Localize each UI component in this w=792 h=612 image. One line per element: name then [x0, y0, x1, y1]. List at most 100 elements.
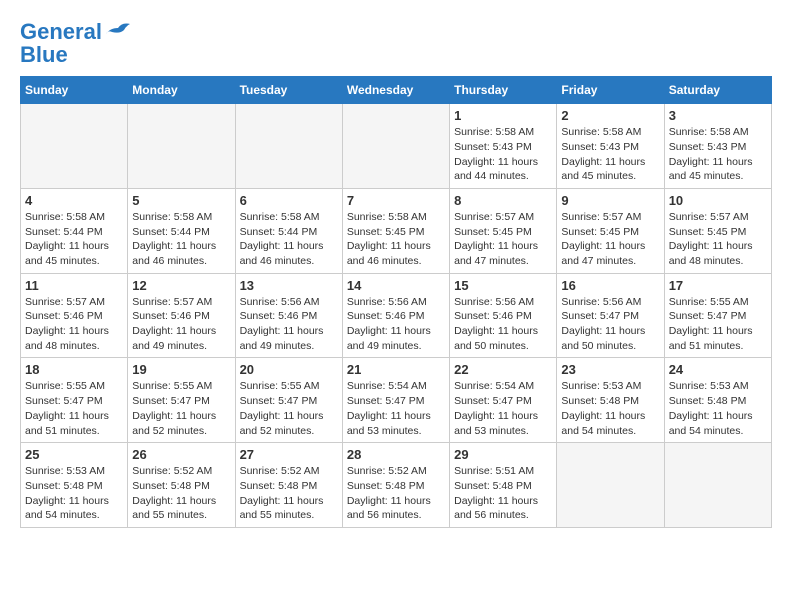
calendar-cell — [664, 443, 771, 528]
calendar-cell: 24 Sunrise: 5:53 AMSunset: 5:48 PMDayligh… — [664, 358, 771, 443]
week-row-2: 4 Sunrise: 5:58 AMSunset: 5:44 PMDaylight… — [21, 188, 772, 273]
day-info: Sunrise: 5:58 AMSunset: 5:44 PMDaylight:… — [132, 210, 230, 269]
calendar-cell — [128, 104, 235, 189]
day-number: 18 — [25, 362, 123, 377]
day-number: 23 — [561, 362, 659, 377]
calendar-cell: 15 Sunrise: 5:56 AMSunset: 5:46 PMDayligh… — [450, 273, 557, 358]
day-info: Sunrise: 5:53 AMSunset: 5:48 PMDaylight:… — [669, 379, 767, 438]
day-header-tuesday: Tuesday — [235, 77, 342, 104]
days-header-row: SundayMondayTuesdayWednesdayThursdayFrid… — [21, 77, 772, 104]
calendar-cell: 16Sunrise: 5:56 AMSunset: 5:47 PMDayligh… — [557, 273, 664, 358]
calendar-cell: 3 Sunrise: 5:58 AMSunset: 5:43 PMDaylight… — [664, 104, 771, 189]
day-info: Sunrise: 5:51 AMSunset: 5:48 PMDaylight:… — [454, 464, 552, 523]
calendar-cell: 28Sunrise: 5:52 AMSunset: 5:48 PMDayligh… — [342, 443, 449, 528]
calendar-cell — [21, 104, 128, 189]
day-info: Sunrise: 5:56 AMSunset: 5:47 PMDaylight:… — [561, 295, 659, 354]
logo: General Blue — [20, 20, 132, 66]
day-header-wednesday: Wednesday — [342, 77, 449, 104]
day-info: Sunrise: 5:55 AMSunset: 5:47 PMDaylight:… — [25, 379, 123, 438]
week-row-5: 25Sunrise: 5:53 AMSunset: 5:48 PMDayligh… — [21, 443, 772, 528]
calendar-cell: 2 Sunrise: 5:58 AMSunset: 5:43 PMDaylight… — [557, 104, 664, 189]
header: General Blue — [20, 20, 772, 66]
day-number: 17 — [669, 278, 767, 293]
day-number: 5 — [132, 193, 230, 208]
calendar: SundayMondayTuesdayWednesdayThursdayFrid… — [20, 76, 772, 528]
day-info: Sunrise: 5:53 AMSunset: 5:48 PMDaylight:… — [561, 379, 659, 438]
day-header-friday: Friday — [557, 77, 664, 104]
day-number: 26 — [132, 447, 230, 462]
calendar-cell: 9Sunrise: 5:57 AMSunset: 5:45 PMDaylight… — [557, 188, 664, 273]
day-info: Sunrise: 5:58 AMSunset: 5:44 PMDaylight:… — [240, 210, 338, 269]
day-header-thursday: Thursday — [450, 77, 557, 104]
day-info: Sunrise: 5:57 AMSunset: 5:45 PMDaylight:… — [454, 210, 552, 269]
day-number: 8 — [454, 193, 552, 208]
day-number: 3 — [669, 108, 767, 123]
day-header-sunday: Sunday — [21, 77, 128, 104]
day-number: 2 — [561, 108, 659, 123]
day-number: 24 — [669, 362, 767, 377]
day-info: Sunrise: 5:54 AMSunset: 5:47 PMDaylight:… — [347, 379, 445, 438]
day-number: 21 — [347, 362, 445, 377]
calendar-cell: 12 Sunrise: 5:57 AMSunset: 5:46 PMDayligh… — [128, 273, 235, 358]
day-number: 19 — [132, 362, 230, 377]
calendar-cell: 26 Sunrise: 5:52 AMSunset: 5:48 PMDayligh… — [128, 443, 235, 528]
day-info: Sunrise: 5:55 AMSunset: 5:47 PMDaylight:… — [240, 379, 338, 438]
day-number: 9 — [561, 193, 659, 208]
calendar-cell: 7 Sunrise: 5:58 AMSunset: 5:45 PMDaylight… — [342, 188, 449, 273]
day-number: 7 — [347, 193, 445, 208]
calendar-cell: 18 Sunrise: 5:55 AMSunset: 5:47 PMDayligh… — [21, 358, 128, 443]
calendar-cell: 5 Sunrise: 5:58 AMSunset: 5:44 PMDaylight… — [128, 188, 235, 273]
day-info: Sunrise: 5:58 AMSunset: 5:45 PMDaylight:… — [347, 210, 445, 269]
calendar-cell: 13 Sunrise: 5:56 AMSunset: 5:46 PMDayligh… — [235, 273, 342, 358]
calendar-cell: 29 Sunrise: 5:51 AMSunset: 5:48 PMDayligh… — [450, 443, 557, 528]
week-row-3: 11 Sunrise: 5:57 AMSunset: 5:46 PMDayligh… — [21, 273, 772, 358]
day-info: Sunrise: 5:54 AMSunset: 5:47 PMDaylight:… — [454, 379, 552, 438]
calendar-cell: 25Sunrise: 5:53 AMSunset: 5:48 PMDayligh… — [21, 443, 128, 528]
calendar-cell: 19 Sunrise: 5:55 AMSunset: 5:47 PMDayligh… — [128, 358, 235, 443]
logo-blue: Blue — [20, 44, 68, 66]
logo-general: General — [20, 19, 102, 44]
day-info: Sunrise: 5:52 AMSunset: 5:48 PMDaylight:… — [347, 464, 445, 523]
day-info: Sunrise: 5:52 AMSunset: 5:48 PMDaylight:… — [132, 464, 230, 523]
day-number: 25 — [25, 447, 123, 462]
day-info: Sunrise: 5:56 AMSunset: 5:46 PMDaylight:… — [347, 295, 445, 354]
day-number: 22 — [454, 362, 552, 377]
day-number: 12 — [132, 278, 230, 293]
day-info: Sunrise: 5:56 AMSunset: 5:46 PMDaylight:… — [240, 295, 338, 354]
calendar-cell: 27 Sunrise: 5:52 AMSunset: 5:48 PMDayligh… — [235, 443, 342, 528]
day-number: 6 — [240, 193, 338, 208]
day-info: Sunrise: 5:58 AMSunset: 5:43 PMDaylight:… — [561, 125, 659, 184]
day-number: 15 — [454, 278, 552, 293]
calendar-cell: 8 Sunrise: 5:57 AMSunset: 5:45 PMDaylight… — [450, 188, 557, 273]
day-info: Sunrise: 5:55 AMSunset: 5:47 PMDaylight:… — [132, 379, 230, 438]
day-info: Sunrise: 5:58 AMSunset: 5:43 PMDaylight:… — [669, 125, 767, 184]
calendar-cell: 17 Sunrise: 5:55 AMSunset: 5:47 PMDayligh… — [664, 273, 771, 358]
day-info: Sunrise: 5:57 AMSunset: 5:46 PMDaylight:… — [25, 295, 123, 354]
day-info: Sunrise: 5:57 AMSunset: 5:45 PMDaylight:… — [669, 210, 767, 269]
day-number: 13 — [240, 278, 338, 293]
day-info: Sunrise: 5:57 AMSunset: 5:46 PMDaylight:… — [132, 295, 230, 354]
day-number: 10 — [669, 193, 767, 208]
day-number: 4 — [25, 193, 123, 208]
day-header-monday: Monday — [128, 77, 235, 104]
day-info: Sunrise: 5:52 AMSunset: 5:48 PMDaylight:… — [240, 464, 338, 523]
day-number: 27 — [240, 447, 338, 462]
week-row-4: 18 Sunrise: 5:55 AMSunset: 5:47 PMDayligh… — [21, 358, 772, 443]
day-info: Sunrise: 5:58 AMSunset: 5:44 PMDaylight:… — [25, 210, 123, 269]
day-number: 29 — [454, 447, 552, 462]
logo-bird-icon — [104, 20, 132, 40]
day-info: Sunrise: 5:55 AMSunset: 5:47 PMDaylight:… — [669, 295, 767, 354]
calendar-cell — [557, 443, 664, 528]
calendar-cell: 22 Sunrise: 5:54 AMSunset: 5:47 PMDayligh… — [450, 358, 557, 443]
calendar-cell: 23 Sunrise: 5:53 AMSunset: 5:48 PMDayligh… — [557, 358, 664, 443]
day-number: 1 — [454, 108, 552, 123]
calendar-cell: 10 Sunrise: 5:57 AMSunset: 5:45 PMDayligh… — [664, 188, 771, 273]
day-info: Sunrise: 5:56 AMSunset: 5:46 PMDaylight:… — [454, 295, 552, 354]
calendar-cell: 21 Sunrise: 5:54 AMSunset: 5:47 PMDayligh… — [342, 358, 449, 443]
calendar-cell: 11 Sunrise: 5:57 AMSunset: 5:46 PMDayligh… — [21, 273, 128, 358]
calendar-cell — [342, 104, 449, 189]
calendar-cell: 1Sunrise: 5:58 AMSunset: 5:43 PMDaylight… — [450, 104, 557, 189]
day-header-saturday: Saturday — [664, 77, 771, 104]
day-number: 20 — [240, 362, 338, 377]
day-number: 11 — [25, 278, 123, 293]
